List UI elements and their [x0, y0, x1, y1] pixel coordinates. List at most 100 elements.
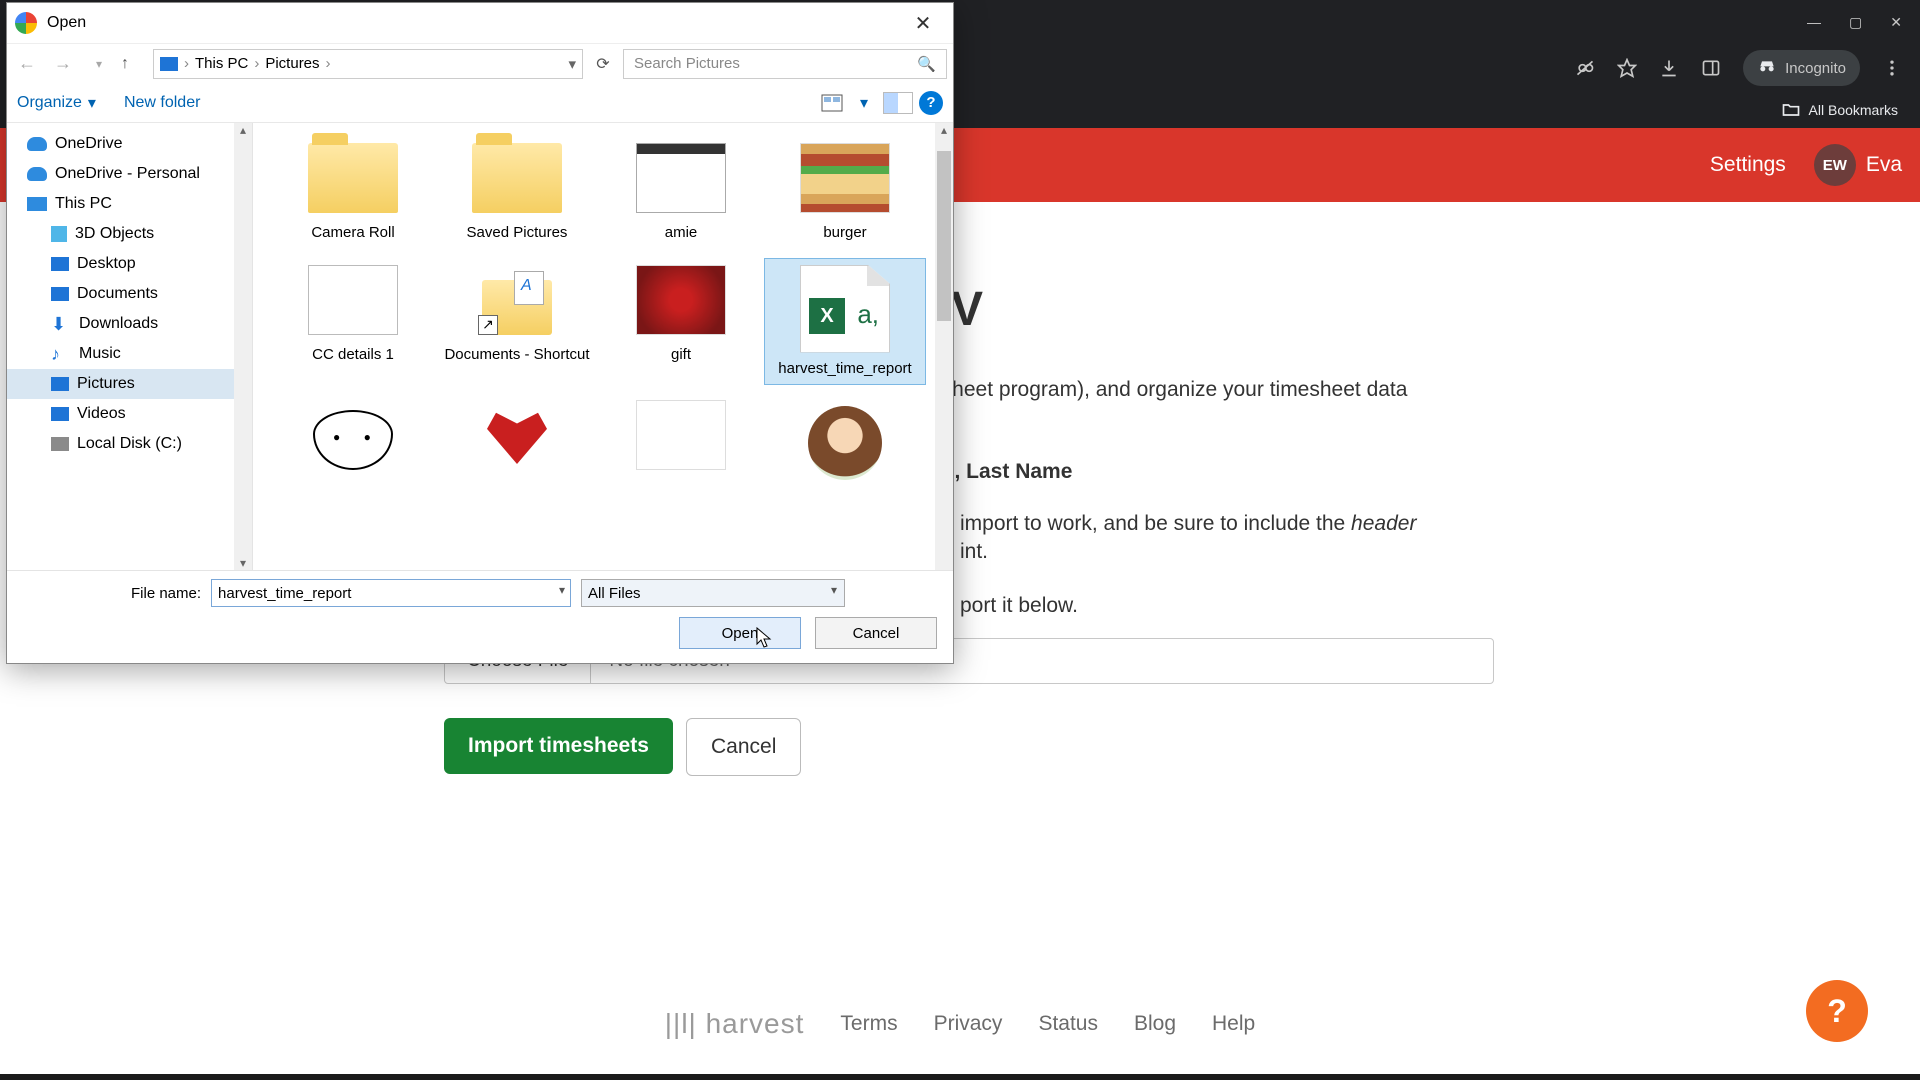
sidepanel-icon[interactable] — [1701, 58, 1721, 78]
footer-link-blog[interactable]: Blog — [1134, 1012, 1176, 1036]
harvest-logo: ||l| harvest — [665, 1008, 805, 1040]
tree-item-this-pc[interactable]: This PC — [7, 189, 252, 219]
tree-item-onedrive-personal[interactable]: OneDrive - Personal — [7, 159, 252, 189]
page-text: int. — [960, 540, 988, 564]
tree-item-documents[interactable]: Documents — [7, 279, 252, 309]
address-dropdown-icon[interactable]: ▾ — [568, 55, 576, 73]
file-item[interactable] — [273, 394, 433, 486]
view-mode-dropdown-icon[interactable]: ▾ — [851, 90, 877, 116]
tree-item-downloads[interactable]: ⬇Downloads — [7, 309, 252, 339]
browser-menu-icon[interactable] — [1882, 58, 1902, 78]
nav-up-icon[interactable]: ↑ — [121, 55, 145, 73]
dialog-body: OneDrive OneDrive - Personal This PC 3D Obj… — [7, 123, 953, 570]
downloads-icon[interactable] — [1659, 58, 1679, 78]
file-open-dialog: Open ✕ ← → ▾ ↑ › This PC › Pictures › ▾ … — [6, 2, 954, 664]
file-item-saved-pictures[interactable]: Saved Pictures — [437, 137, 597, 249]
breadcrumb-leaf[interactable]: Pictures — [265, 55, 319, 72]
help-fab-button[interactable]: ? — [1806, 980, 1868, 1042]
file-label: Documents - Shortcut — [444, 345, 589, 365]
footer-link-privacy[interactable]: Privacy — [934, 1012, 1003, 1036]
incognito-indicator[interactable]: Incognito — [1743, 50, 1860, 86]
tree-item-label: Local Disk (C:) — [77, 435, 182, 453]
tree-scrollbar[interactable]: ▴▾ — [234, 123, 252, 570]
refresh-icon[interactable]: ⟳ — [591, 54, 615, 74]
tree-item-pictures[interactable]: Pictures — [7, 369, 252, 399]
cancel-button[interactable]: Cancel — [815, 617, 937, 649]
new-folder-button[interactable]: New folder — [124, 94, 200, 112]
dialog-title: Open — [47, 14, 86, 32]
breadcrumb-root[interactable]: This PC — [195, 55, 248, 72]
search-input[interactable]: Search Pictures 🔍 — [623, 49, 947, 79]
tree-item-label: Pictures — [77, 375, 135, 393]
nav-forward-icon[interactable]: → — [49, 53, 77, 74]
file-item-amie[interactable]: amie — [601, 137, 761, 249]
import-timesheets-button[interactable]: Import timesheets — [444, 718, 673, 774]
incognito-icon — [1757, 58, 1777, 78]
file-item-cc-details-1[interactable]: CC details 1 — [273, 259, 433, 385]
file-label: harvest_time_report — [778, 359, 911, 379]
chrome-icon — [15, 12, 37, 34]
tree-item-videos[interactable]: Videos — [7, 399, 252, 429]
tree-item-label: Desktop — [77, 255, 136, 273]
address-bar[interactable]: › This PC › Pictures › ▾ — [153, 49, 583, 79]
footer-link-help[interactable]: Help — [1212, 1012, 1255, 1036]
bookmarks-folder-icon[interactable] — [1781, 100, 1801, 120]
footer-link-terms[interactable]: Terms — [840, 1012, 897, 1036]
search-placeholder: Search Pictures — [634, 55, 740, 72]
preview-pane-icon[interactable] — [883, 92, 913, 114]
tree-item-label: OneDrive - Personal — [55, 165, 200, 183]
view-mode-icon[interactable] — [819, 90, 845, 116]
cancel-button[interactable]: Cancel — [686, 718, 801, 776]
dialog-close-button[interactable]: ✕ — [901, 11, 945, 36]
settings-link[interactable]: Settings — [1688, 133, 1808, 197]
all-bookmarks-link[interactable]: All Bookmarks — [1809, 102, 1898, 118]
file-item-gift[interactable]: gift — [601, 259, 761, 385]
file-item-harvest-time-report[interactable]: Xa,harvest_time_report — [765, 259, 925, 385]
tree-item-label: This PC — [55, 195, 112, 213]
nav-recent-icon[interactable]: ▾ — [85, 57, 113, 71]
dialog-toolbar: Organize▾ New folder ▾ ? — [7, 83, 953, 123]
page-text: port it below. — [960, 594, 1078, 618]
taskbar — [0, 1074, 1920, 1080]
file-item[interactable] — [601, 394, 761, 486]
breadcrumb-sep: › — [254, 55, 259, 72]
file-item-burger[interactable]: burger — [765, 137, 925, 249]
file-item-documents-shortcut[interactable]: ↗Documents - Shortcut — [437, 259, 597, 385]
file-item-camera-roll[interactable]: Camera Roll — [273, 137, 433, 249]
avatar[interactable]: EW — [1814, 144, 1856, 186]
nav-tree: OneDrive OneDrive - Personal This PC 3D Obj… — [7, 123, 253, 570]
tree-item-music[interactable]: ♪Music — [7, 339, 252, 369]
help-icon[interactable]: ? — [919, 91, 943, 115]
tree-item-3d-objects[interactable]: 3D Objects — [7, 219, 252, 249]
tree-item-onedrive[interactable]: OneDrive — [7, 129, 252, 159]
filename-input[interactable] — [211, 579, 571, 607]
file-list: Camera RollSaved Picturesamie burger CC de… — [253, 123, 953, 570]
window-close[interactable]: ✕ — [1890, 14, 1902, 31]
tree-item-label: 3D Objects — [75, 225, 154, 243]
file-item[interactable] — [437, 394, 597, 486]
footer-link-status[interactable]: Status — [1038, 1012, 1098, 1036]
window-minimize[interactable]: — — [1807, 14, 1821, 30]
open-button[interactable]: Open — [679, 617, 801, 649]
user-name[interactable]: Eva — [1866, 153, 1902, 177]
page-footer: ||l| harvest Terms Privacy Status Blog H… — [0, 1008, 1920, 1040]
tree-item-label: OneDrive — [55, 135, 123, 153]
dialog-titlebar: Open ✕ — [7, 3, 953, 43]
filename-label: File name: — [131, 585, 201, 602]
bookmark-star-icon[interactable] — [1617, 58, 1637, 78]
file-label: burger — [823, 223, 866, 243]
nav-back-icon[interactable]: ← — [13, 53, 41, 74]
filetype-combo[interactable] — [581, 579, 845, 607]
tree-item-label: Documents — [77, 285, 158, 303]
file-item[interactable] — [765, 394, 925, 486]
tree-item-label: Music — [79, 345, 121, 363]
files-scrollbar[interactable]: ▴ — [935, 123, 953, 570]
window-maximize[interactable]: ▢ — [1849, 14, 1862, 31]
breadcrumb-sep: › — [326, 55, 331, 72]
tracking-blocked-icon[interactable] — [1575, 58, 1595, 78]
organize-menu[interactable]: Organize▾ — [17, 93, 96, 113]
breadcrumb-sep: › — [184, 55, 189, 72]
tree-item-local-disk-c-[interactable]: Local Disk (C:) — [7, 429, 252, 459]
page-text: import to work, and be sure to include t… — [960, 512, 1416, 536]
tree-item-desktop[interactable]: Desktop — [7, 249, 252, 279]
